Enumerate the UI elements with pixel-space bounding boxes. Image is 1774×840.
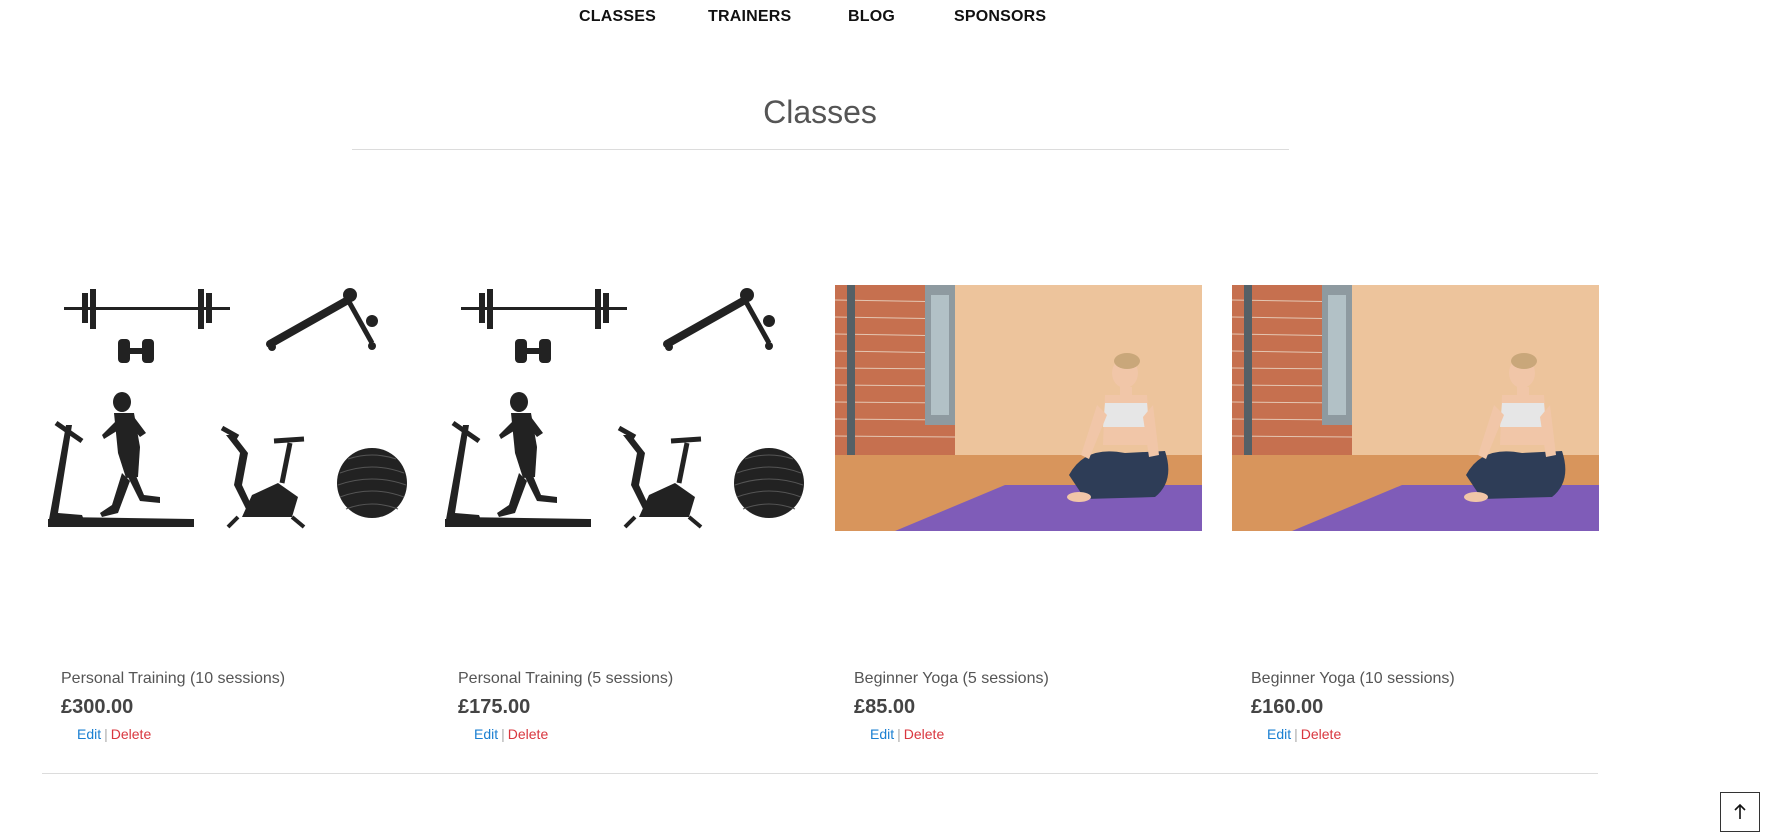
- bottom-divider: [42, 773, 1598, 774]
- product-card: Beginner Yoga (5 sessions) £85.00 Edit | D…: [835, 285, 1202, 755]
- gym-equipment-image[interactable]: [42, 285, 409, 531]
- nav-blog-link[interactable]: BLOG: [848, 8, 895, 26]
- product-card: Personal Training (5 sessions) £175.00 E…: [439, 285, 806, 755]
- product-price: £85.00: [854, 696, 916, 718]
- title-divider: [352, 149, 1289, 150]
- product-actions: Edit | Delete: [1267, 726, 1341, 742]
- action-separator: |: [1294, 726, 1298, 742]
- delete-link[interactable]: Delete: [904, 726, 944, 742]
- edit-link[interactable]: Edit: [1267, 726, 1291, 742]
- product-card: Personal Training (10 sessions) £300.00 …: [42, 285, 409, 755]
- main-nav: CLASSES TRAINERS BLOG SPONSORS: [0, 0, 1774, 40]
- nav-sponsors-link[interactable]: SPONSORS: [954, 8, 1046, 26]
- product-price: £175.00: [458, 696, 531, 718]
- action-separator: |: [897, 726, 901, 742]
- action-separator: |: [104, 726, 108, 742]
- product-price: £300.00: [61, 696, 134, 718]
- page-title: Classes: [763, 94, 877, 130]
- edit-link[interactable]: Edit: [474, 726, 498, 742]
- arrow-up-icon: [1734, 803, 1746, 819]
- delete-link[interactable]: Delete: [508, 726, 548, 742]
- product-price: £160.00: [1251, 696, 1324, 718]
- yoga-image[interactable]: [1232, 285, 1599, 531]
- product-name: Personal Training (5 sessions): [458, 670, 674, 687]
- product-name: Beginner Yoga (5 sessions): [854, 670, 1049, 687]
- action-separator: |: [501, 726, 505, 742]
- back-to-top-button[interactable]: [1720, 792, 1760, 832]
- product-actions: Edit | Delete: [77, 726, 151, 742]
- nav-trainers-link[interactable]: TRAINERS: [708, 8, 791, 26]
- product-name: Beginner Yoga (10 sessions): [1251, 670, 1455, 687]
- product-card: Beginner Yoga (10 sessions) £160.00 Edit…: [1232, 285, 1599, 755]
- edit-link[interactable]: Edit: [77, 726, 101, 742]
- product-name: Personal Training (10 sessions): [61, 670, 286, 687]
- product-actions: Edit | Delete: [474, 726, 548, 742]
- yoga-image[interactable]: [835, 285, 1202, 531]
- edit-link[interactable]: Edit: [870, 726, 894, 742]
- nav-classes-link[interactable]: CLASSES: [579, 8, 656, 26]
- product-actions: Edit | Delete: [870, 726, 944, 742]
- delete-link[interactable]: Delete: [1301, 726, 1341, 742]
- gym-equipment-image[interactable]: [439, 285, 806, 531]
- delete-link[interactable]: Delete: [111, 726, 151, 742]
